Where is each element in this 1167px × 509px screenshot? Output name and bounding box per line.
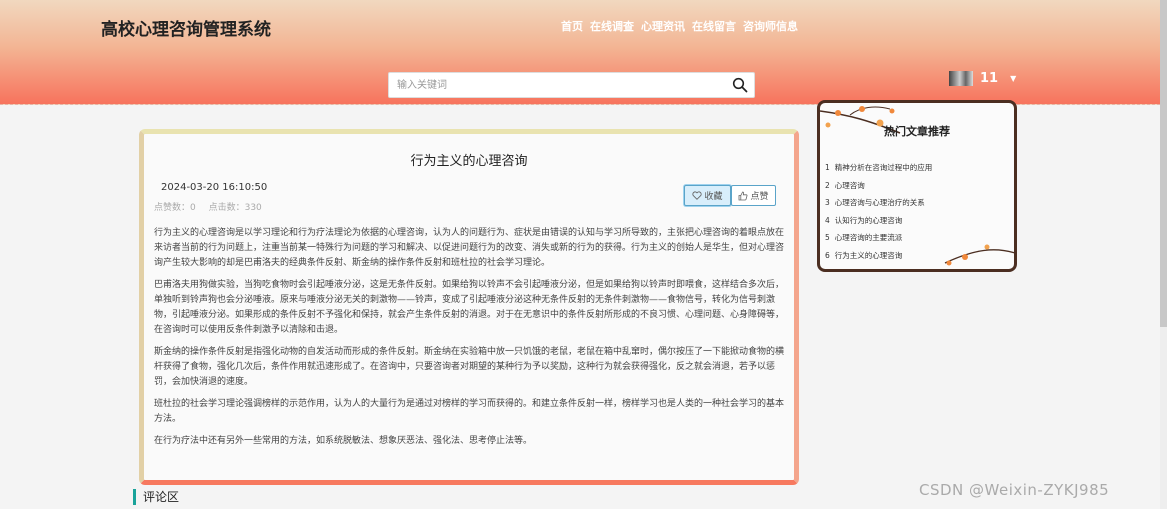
like-label: 点赞 bbox=[750, 192, 769, 202]
heart-icon bbox=[692, 191, 703, 200]
hot-articles-list: 1 精神分析在咨询过程中的应用 2 心理咨询 3 心理咨询与心理治疗的关系 4 认知行为… bbox=[825, 159, 937, 264]
click-count: 点击数：330 bbox=[208, 203, 262, 213]
nav-survey[interactable]: 在线调查 bbox=[590, 18, 634, 34]
search-box bbox=[388, 72, 755, 98]
hot-article-item[interactable]: 3 心理咨询与心理治疗的关系 bbox=[825, 194, 937, 212]
article-paragraph: 行为主义的心理咨询是以学习理论和行为疗法理论为依据的心理咨询，认为人的问题行为、… bbox=[154, 228, 785, 268]
like-count: 点赞数：0 bbox=[154, 203, 196, 213]
caret-down-icon[interactable]: ▼ bbox=[1010, 74, 1016, 83]
article-paragraph: 斯金纳的操作条件反射是指强化动物的自发活动而形成的条件反射。斯金纳在实验箱中放一… bbox=[154, 347, 785, 387]
hot-article-item[interactable]: 2 心理咨询 bbox=[825, 177, 937, 195]
article-title: 行为主义的心理咨询 bbox=[410, 154, 528, 169]
like-button[interactable]: 点赞 bbox=[731, 185, 776, 206]
nav-news[interactable]: 心理资讯 bbox=[641, 18, 685, 34]
branch-decoration-bottom bbox=[944, 244, 1014, 266]
hot-articles-title: 热门文章推荐 bbox=[884, 125, 950, 138]
thumbs-up-icon bbox=[739, 191, 748, 200]
watermark: CSDN @Weixin-ZYKJ985 bbox=[919, 481, 1110, 499]
nav-bar: 首页 在线调查 心理资讯 在线留言 咨询师信息 bbox=[561, 18, 798, 34]
scrollbar[interactable] bbox=[1160, 0, 1167, 509]
article-card: 行为主义的心理咨询 2024-03-20 16:10:50 点赞数：0 点击数：… bbox=[139, 129, 799, 485]
hot-article-item[interactable]: 4 认知行为的心理咨询 bbox=[825, 212, 937, 230]
nav-home[interactable]: 首页 bbox=[561, 18, 583, 34]
favorite-label: 收藏 bbox=[704, 192, 723, 202]
search-icon[interactable] bbox=[732, 77, 748, 93]
avatar[interactable] bbox=[949, 71, 973, 86]
search-input[interactable] bbox=[389, 73, 721, 97]
comments-title: 评论区 bbox=[133, 489, 179, 505]
article-paragraph: 在行为疗法中还有另外一些常用的方法，如系统脱敏法、想象厌恶法、强化法、思考停止法… bbox=[154, 436, 533, 446]
user-menu[interactable]: 11 ▼ bbox=[949, 71, 1016, 86]
site-title: 高校心理咨询管理系统 bbox=[101, 20, 271, 40]
nav-message[interactable]: 在线留言 bbox=[692, 18, 736, 34]
article-paragraph: 班杜拉的社会学习理论强调榜样的示范作用，认为人的大量行为是通过对榜样的学习而获得… bbox=[154, 399, 785, 424]
scrollbar-thumb[interactable] bbox=[1160, 0, 1167, 327]
hot-article-item[interactable]: 6 行为主义的心理咨询 bbox=[825, 247, 937, 265]
article-stats: 点赞数：0 点击数：330 bbox=[154, 200, 262, 213]
article-time: 2024-03-20 16:10:50 bbox=[161, 182, 268, 193]
article-paragraph: 巴甫洛夫用狗做实验，当狗吃食物时会引起唾液分泌，这是无条件反射。如果给狗以铃声不… bbox=[154, 280, 785, 335]
nav-counselor[interactable]: 咨询师信息 bbox=[743, 18, 798, 34]
hot-article-item[interactable]: 5 心理咨询的主要流派 bbox=[825, 229, 937, 247]
header: 高校心理咨询管理系统 首页 在线调查 心理资讯 在线留言 咨询师信息 11 ▼ bbox=[0, 0, 1160, 105]
username[interactable]: 11 bbox=[980, 71, 998, 86]
hot-articles-card: 热门文章推荐 1 精神分析在咨询过程中的应用 2 心理咨询 3 心理咨询与心理治疗的关… bbox=[817, 100, 1017, 272]
article-body: 行为主义的心理咨询是以学习理论和行为疗法理论为依据的心理咨询，认为人的问题行为、… bbox=[154, 226, 784, 456]
hot-article-item[interactable]: 1 精神分析在咨询过程中的应用 bbox=[825, 159, 937, 177]
favorite-button[interactable]: 收藏 bbox=[684, 185, 731, 206]
